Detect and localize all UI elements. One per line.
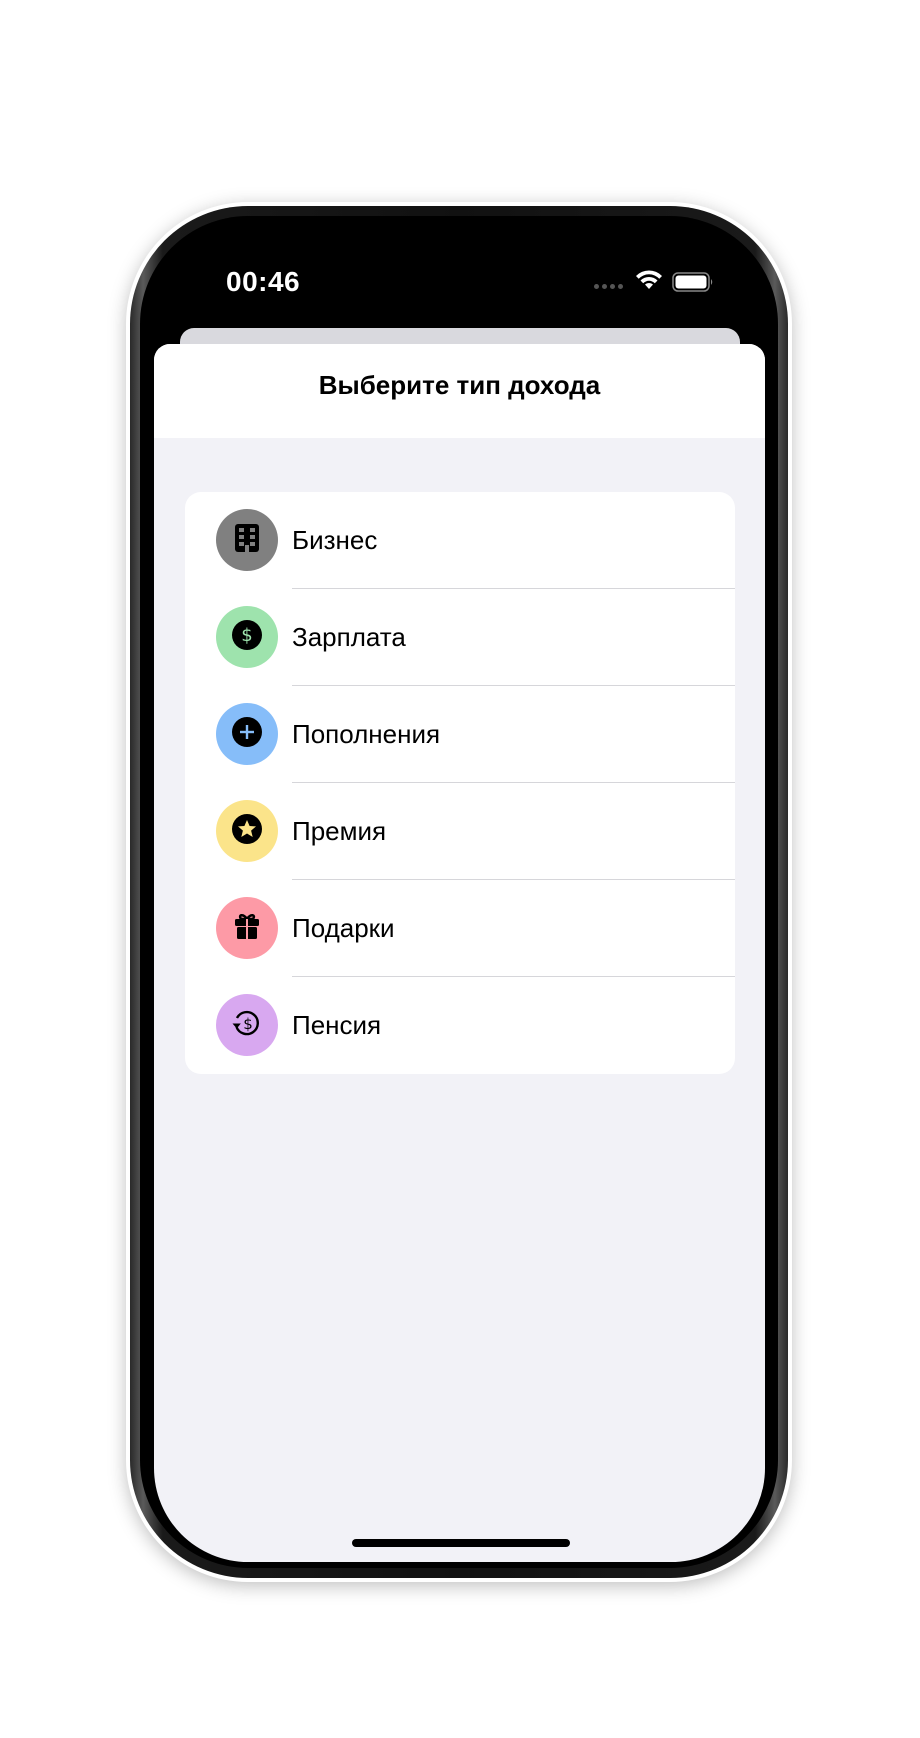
income-type-row-topups[interactable]: Пополнения	[185, 686, 735, 783]
icon-circle: $	[216, 606, 278, 668]
icon-circle: $	[216, 994, 278, 1056]
svg-text:$: $	[241, 625, 252, 646]
income-type-row-pension[interactable]: $ Пенсия	[185, 977, 735, 1074]
sheet-title: Выберите тип дохода	[318, 370, 601, 400]
battery-icon	[672, 272, 714, 297]
gift-icon	[231, 910, 263, 947]
dollar-circle-icon: $	[231, 619, 263, 656]
income-type-row-business[interactable]: Бизнес	[185, 492, 735, 589]
income-type-label: Зарплата	[292, 622, 406, 652]
income-type-label: Подарки	[292, 913, 395, 943]
icon-circle	[216, 703, 278, 765]
icon-circle	[216, 897, 278, 959]
income-type-sheet: Выберите тип дохода Бизнес $ Зарплата По…	[154, 344, 765, 1562]
income-type-label: Пополнения	[292, 719, 441, 749]
star-circle-icon	[231, 813, 263, 850]
income-type-label: Бизнес	[292, 525, 378, 555]
status-time: 00:46	[226, 266, 301, 297]
icon-circle	[216, 800, 278, 862]
building-icon	[230, 521, 264, 560]
icon-circle	[216, 509, 278, 571]
income-type-row-gifts[interactable]: Подарки	[185, 880, 735, 977]
page-canvas: 00:46 Выберите тип дохода Бизнес $ Зарпл…	[0, 0, 920, 1738]
phone-screen: 00:46 Выберите тип дохода Бизнес $ Зарпл…	[154, 230, 765, 1562]
plus-circle-icon	[231, 716, 263, 753]
income-type-row-bonus[interactable]: Премия	[185, 783, 735, 880]
sheet-header: Выберите тип дохода	[154, 344, 765, 438]
income-type-label: Пенсия	[292, 1010, 382, 1040]
home-indicator[interactable]	[352, 1539, 570, 1547]
svg-text:$: $	[243, 1015, 253, 1033]
income-type-row-salary[interactable]: $ Зарплата	[185, 589, 735, 686]
dollar-arrow-icon: $	[230, 1006, 264, 1045]
income-type-label: Премия	[292, 816, 387, 846]
wifi-icon	[634, 268, 664, 295]
cellular-dots-icon	[594, 284, 623, 289]
income-type-list: Бизнес $ Зарплата Пополнения Премия Пода…	[185, 492, 735, 1074]
